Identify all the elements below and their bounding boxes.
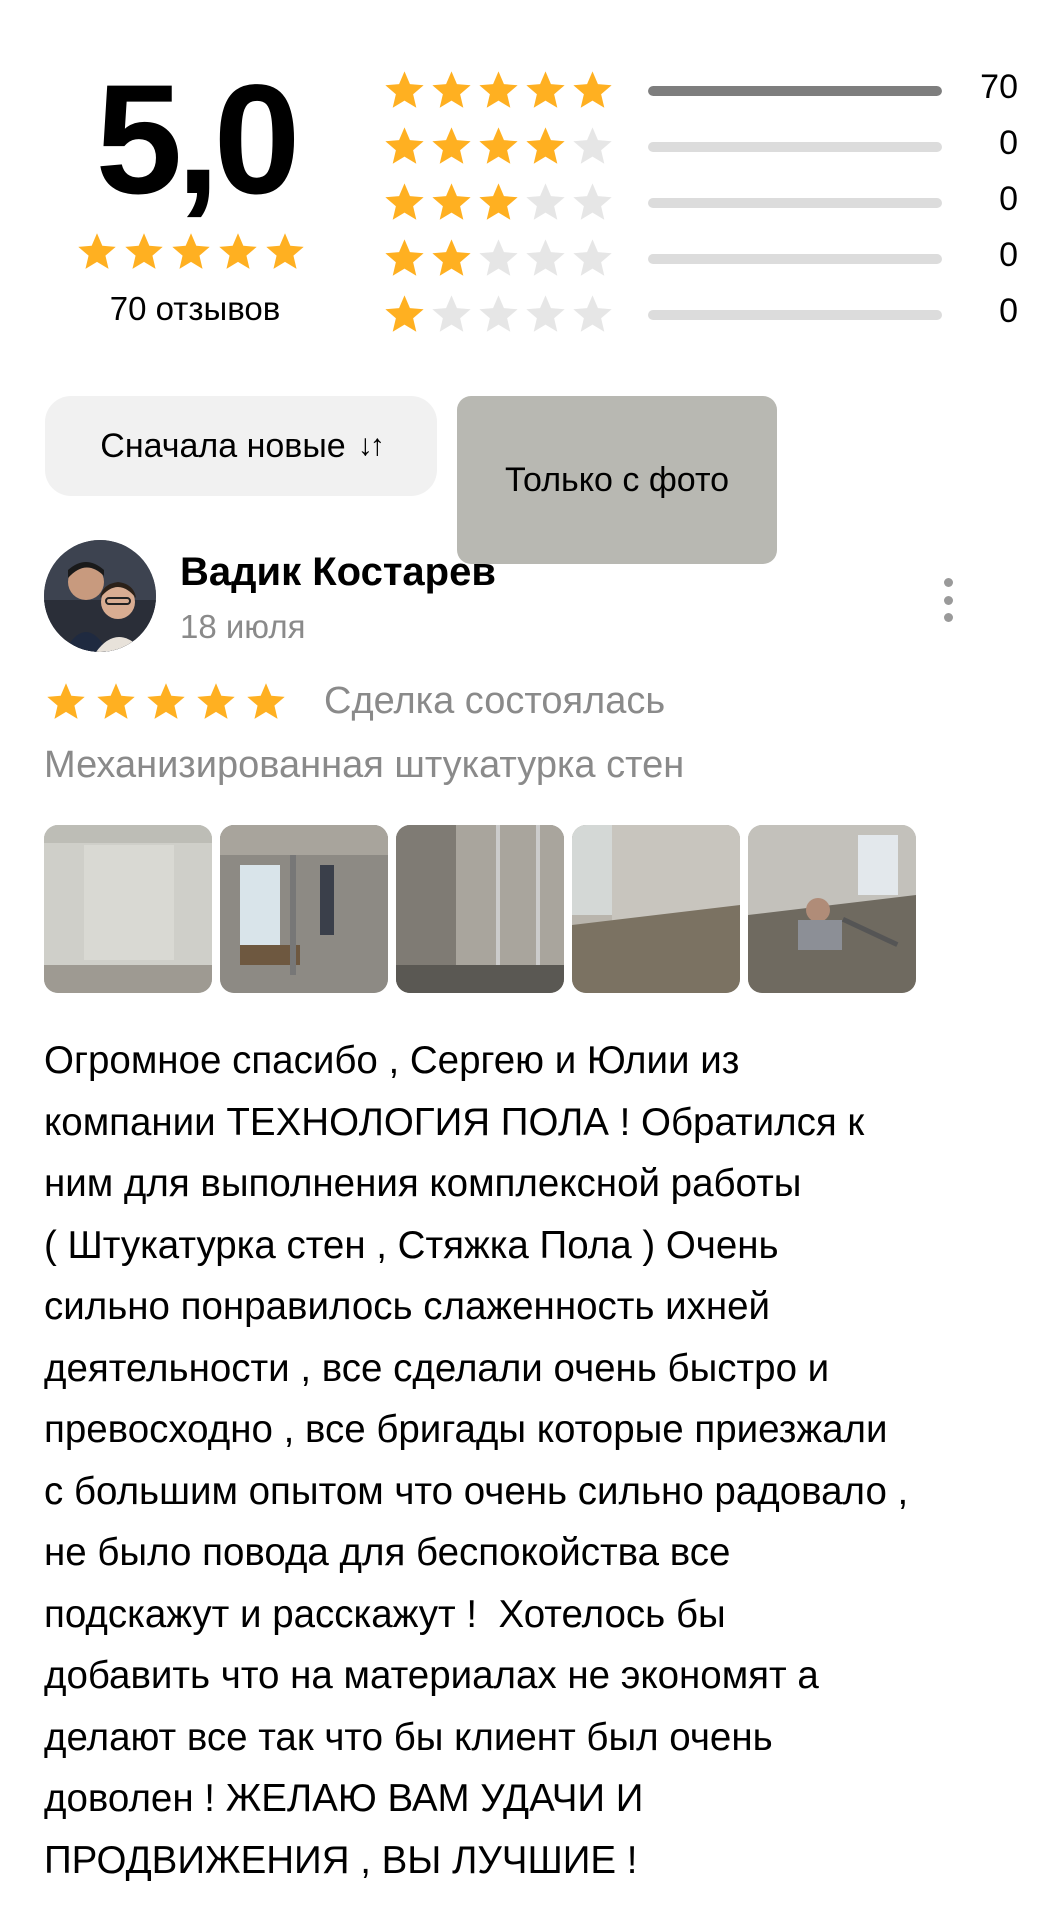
star-filled-icon	[125, 233, 163, 269]
star-empty-icon	[432, 295, 471, 332]
avatar[interactable]	[44, 540, 156, 652]
star-empty-icon	[479, 239, 518, 276]
review-text: Огромное спасибо , Сергею и Юлии из комп…	[44, 1039, 909, 1882]
star-filled-icon	[172, 233, 210, 269]
star-filled-icon	[385, 183, 424, 220]
distribution-stars	[382, 292, 615, 337]
review-photo-2[interactable]	[220, 825, 388, 993]
star-empty-icon	[573, 127, 612, 164]
distribution-bar	[648, 198, 942, 208]
distribution-count: 0	[999, 236, 1018, 274]
star-empty-icon	[479, 295, 518, 332]
review-filters: Сначала новые ↓↑ Только с фото	[45, 396, 777, 564]
sort-label: Сначала новые	[100, 426, 346, 465]
distribution-row-5: 70	[382, 66, 1022, 122]
rating-summary: 5,0 70 отзывов 70 0 0 0 0	[0, 0, 1044, 360]
distribution-bar-fill	[648, 86, 942, 96]
only-with-photo-label: Только с фото	[504, 460, 730, 499]
star-empty-icon	[573, 295, 612, 332]
review-rating-stars	[44, 680, 288, 724]
star-filled-icon	[432, 183, 471, 220]
distribution-row-4: 0	[382, 122, 1022, 178]
distribution-bar	[648, 310, 942, 320]
more-dot	[943, 613, 953, 622]
star-filled-icon	[385, 239, 424, 276]
distribution-count: 0	[999, 124, 1018, 162]
distribution-bar	[648, 254, 942, 264]
distribution-stars	[382, 180, 615, 225]
more-dot	[943, 595, 953, 605]
distribution-stars	[382, 68, 615, 113]
star-filled-icon	[526, 127, 565, 164]
star-filled-icon	[479, 71, 518, 108]
rating-distribution: 70 0 0 0 0	[382, 66, 1022, 346]
distribution-row-3: 0	[382, 178, 1022, 234]
star-filled-icon	[97, 683, 135, 719]
star-filled-icon	[47, 683, 85, 719]
distribution-count: 70	[980, 68, 1018, 106]
service-name: Механизированная штукатурка стен	[44, 744, 685, 786]
review-photo-4[interactable]	[572, 825, 740, 993]
star-filled-icon	[432, 71, 471, 108]
deal-status: Сделка состоялась	[324, 680, 666, 722]
star-filled-icon	[432, 127, 471, 164]
distribution-row-1: 0	[382, 290, 1022, 346]
star-filled-icon	[385, 71, 424, 108]
star-empty-icon	[526, 239, 565, 276]
average-rating: 5,0	[95, 53, 301, 227]
star-empty-icon	[526, 183, 565, 220]
star-filled-icon	[526, 71, 565, 108]
average-stars	[75, 230, 307, 274]
distribution-bar	[648, 142, 942, 152]
distribution-stars	[382, 124, 615, 169]
review-photos	[44, 825, 916, 993]
star-filled-icon	[197, 683, 235, 719]
reviews-count: 70 отзывов	[109, 290, 281, 327]
sort-newest-button[interactable]: Сначала новые ↓↑	[45, 396, 437, 496]
star-filled-icon	[266, 233, 304, 269]
sort-arrows-icon: ↓↑	[357, 429, 385, 462]
more-dot	[943, 578, 953, 587]
star-filled-icon	[78, 233, 116, 269]
review-photo-1[interactable]	[44, 825, 212, 993]
star-filled-icon	[219, 233, 257, 269]
distribution-count: 0	[999, 292, 1018, 330]
review-photo-5[interactable]	[748, 825, 916, 993]
more-options-button[interactable]	[930, 570, 966, 630]
star-filled-icon	[573, 71, 612, 108]
star-filled-icon	[432, 239, 471, 276]
star-filled-icon	[385, 295, 424, 332]
distribution-stars	[382, 236, 615, 281]
star-filled-icon	[247, 683, 285, 719]
star-empty-icon	[573, 183, 612, 220]
only-with-photo-button[interactable]: Только с фото	[457, 396, 777, 564]
star-empty-icon	[526, 295, 565, 332]
star-filled-icon	[147, 683, 185, 719]
review-date: 18 июля	[180, 608, 306, 645]
star-filled-icon	[479, 127, 518, 164]
distribution-row-2: 0	[382, 234, 1022, 290]
author-name[interactable]: Вадик Костарев	[180, 550, 496, 595]
star-empty-icon	[573, 239, 612, 276]
star-filled-icon	[479, 183, 518, 220]
distribution-bar	[648, 86, 942, 96]
distribution-count: 0	[999, 180, 1018, 218]
star-filled-icon	[385, 127, 424, 164]
review-photo-3[interactable]	[396, 825, 564, 993]
